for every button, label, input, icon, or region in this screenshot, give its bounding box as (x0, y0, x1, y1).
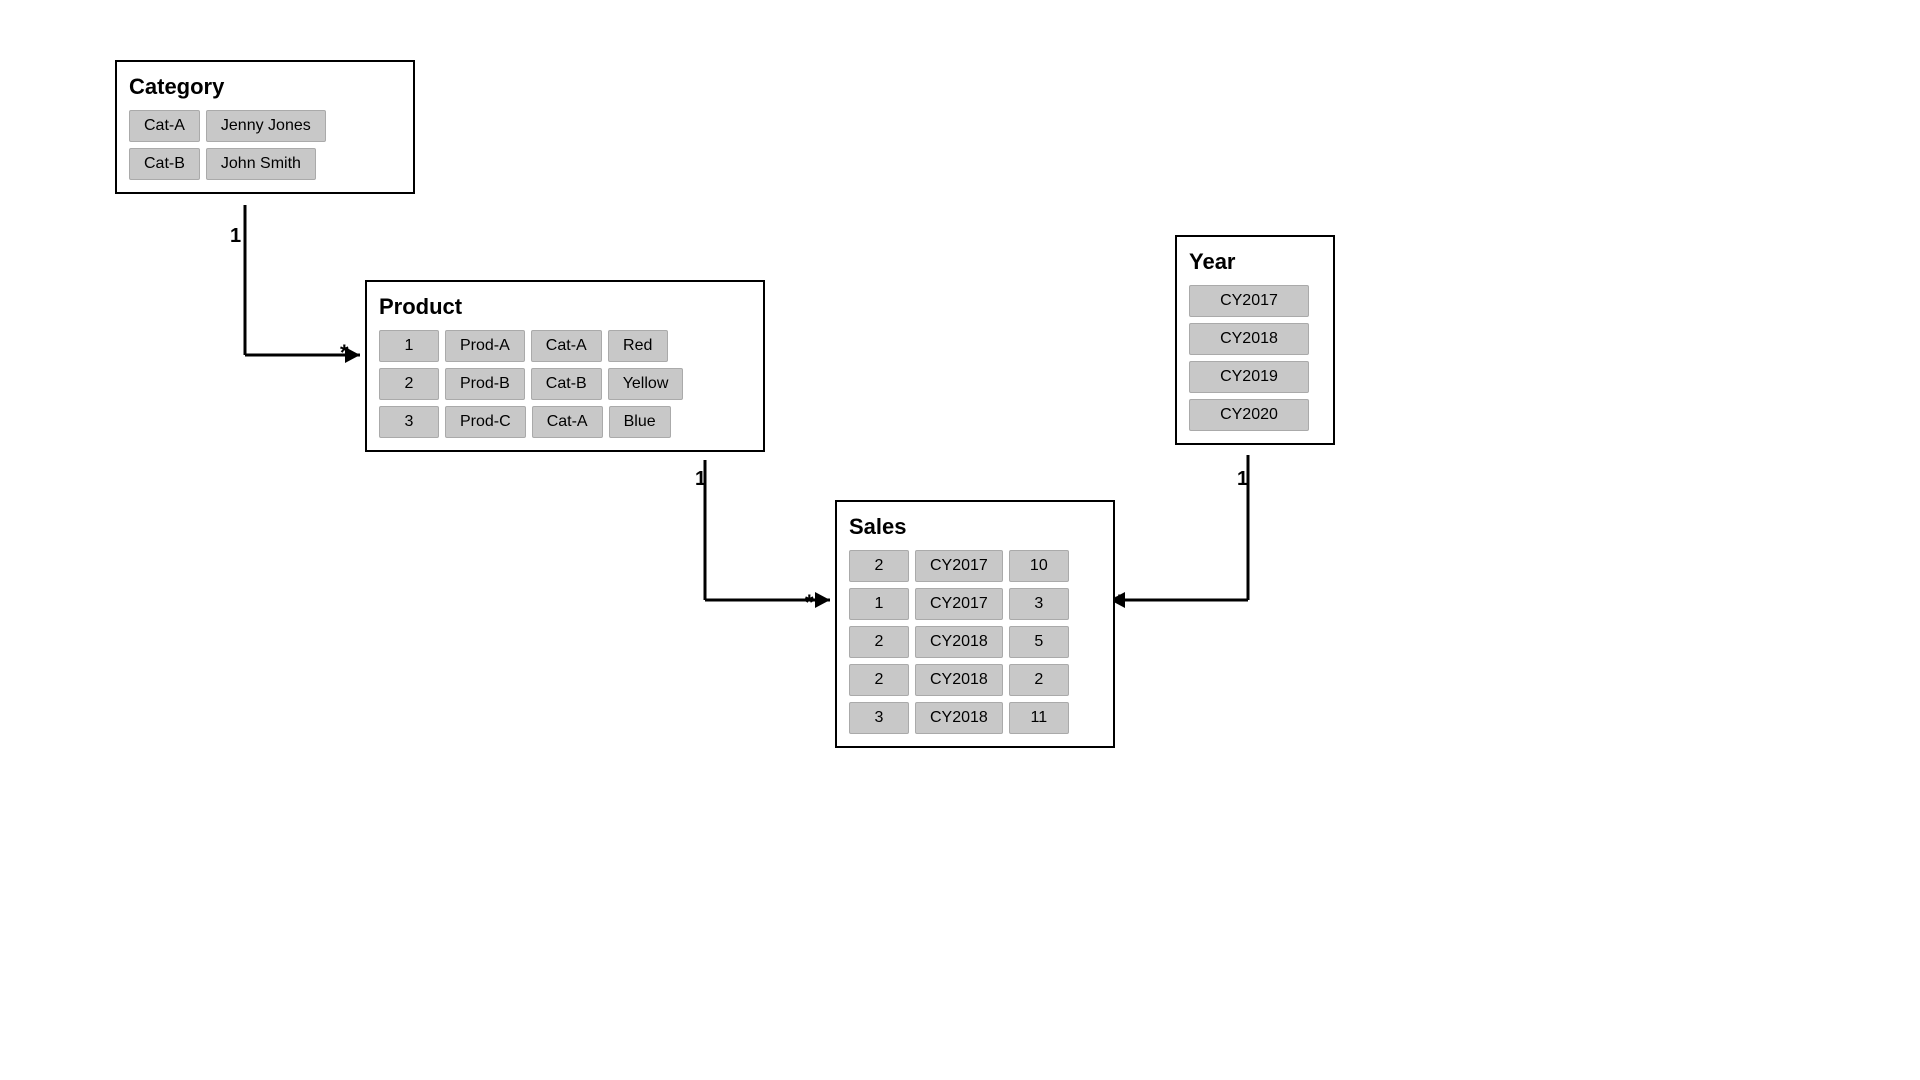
sales-r1-c3: 10 (1009, 550, 1069, 582)
prod-r3-c1: 3 (379, 406, 439, 438)
prod-r2-c3: Cat-B (531, 368, 602, 400)
year-r3-c1: CY2019 (1189, 361, 1309, 393)
sales-r2-c3: 3 (1009, 588, 1069, 620)
sales-table-rows: 2 CY2017 10 1 CY2017 3 2 CY2018 5 2 CY20… (849, 550, 1101, 734)
prod-r1-c4: Red (608, 330, 668, 362)
prod-r1-c2: Prod-A (445, 330, 525, 362)
table-row: 2 Prod-B Cat-B Yellow (379, 368, 751, 400)
cat-row1-col2: Jenny Jones (206, 110, 326, 142)
category-table: Category Cat-A Jenny Jones Cat-B John Sm… (115, 60, 415, 194)
sales-r5-c2: CY2018 (915, 702, 1003, 734)
prod-r3-c3: Cat-A (532, 406, 603, 438)
sales-table-title: Sales (849, 514, 1101, 540)
sales-r4-c1: 2 (849, 664, 909, 696)
year-table-rows: CY2017 CY2018 CY2019 CY2020 (1189, 285, 1321, 431)
prod-r1-c1: 1 (379, 330, 439, 362)
year-sales-one-label: 1 (1237, 468, 1248, 491)
table-row: Cat-A Jenny Jones (129, 110, 401, 142)
sales-r2-c1: 1 (849, 588, 909, 620)
cat-prod-one-label: 1 (230, 225, 241, 248)
product-table-rows: 1 Prod-A Cat-A Red 2 Prod-B Cat-B Yellow… (379, 330, 751, 438)
year-r1-c1: CY2017 (1189, 285, 1309, 317)
prod-r3-c4: Blue (609, 406, 671, 438)
sales-r4-c3: 2 (1009, 664, 1069, 696)
prod-sales-one-label: 1 (695, 468, 706, 491)
table-row: 2 CY2018 5 (849, 626, 1101, 658)
category-table-rows: Cat-A Jenny Jones Cat-B John Smith (129, 110, 401, 180)
category-table-title: Category (129, 74, 401, 100)
cat-prod-many-label: * (340, 340, 349, 366)
sales-r5-c1: 3 (849, 702, 909, 734)
sales-r1-c1: 2 (849, 550, 909, 582)
sales-r2-c2: CY2017 (915, 588, 1003, 620)
year-r4-c1: CY2020 (1189, 399, 1309, 431)
sales-r3-c2: CY2018 (915, 626, 1003, 658)
year-r2-c1: CY2018 (1189, 323, 1309, 355)
year-table: Year CY2017 CY2018 CY2019 CY2020 (1175, 235, 1335, 445)
prod-sales-many-label: * (805, 590, 814, 616)
prod-r3-c2: Prod-C (445, 406, 526, 438)
product-table-title: Product (379, 294, 751, 320)
year-table-title: Year (1189, 249, 1321, 275)
sales-table: Sales 2 CY2017 10 1 CY2017 3 2 CY2018 5 … (835, 500, 1115, 748)
cat-row1-col1: Cat-A (129, 110, 200, 142)
sales-r5-c3: 11 (1009, 702, 1069, 734)
product-table: Product 1 Prod-A Cat-A Red 2 Prod-B Cat-… (365, 280, 765, 452)
prod-r2-c4: Yellow (608, 368, 684, 400)
cat-row2-col1: Cat-B (129, 148, 200, 180)
table-row: 2 CY2017 10 (849, 550, 1101, 582)
table-row: CY2020 (1189, 399, 1321, 431)
table-row: 1 CY2017 3 (849, 588, 1101, 620)
prod-r2-c1: 2 (379, 368, 439, 400)
sales-r4-c2: CY2018 (915, 664, 1003, 696)
prod-r1-c3: Cat-A (531, 330, 602, 362)
table-row: CY2017 (1189, 285, 1321, 317)
table-row: CY2019 (1189, 361, 1321, 393)
table-row: Cat-B John Smith (129, 148, 401, 180)
table-row: 3 CY2018 11 (849, 702, 1101, 734)
table-row: CY2018 (1189, 323, 1321, 355)
table-row: 2 CY2018 2 (849, 664, 1101, 696)
table-row: 1 Prod-A Cat-A Red (379, 330, 751, 362)
year-sales-many-label: * (1115, 590, 1124, 616)
sales-r1-c2: CY2017 (915, 550, 1003, 582)
diagram-container: 1 * 1 * 1 * Category Cat-A Jenny Jones C… (0, 0, 1920, 1080)
table-row: 3 Prod-C Cat-A Blue (379, 406, 751, 438)
prod-r2-c2: Prod-B (445, 368, 525, 400)
sales-r3-c3: 5 (1009, 626, 1069, 658)
sales-r3-c1: 2 (849, 626, 909, 658)
cat-row2-col2: John Smith (206, 148, 316, 180)
